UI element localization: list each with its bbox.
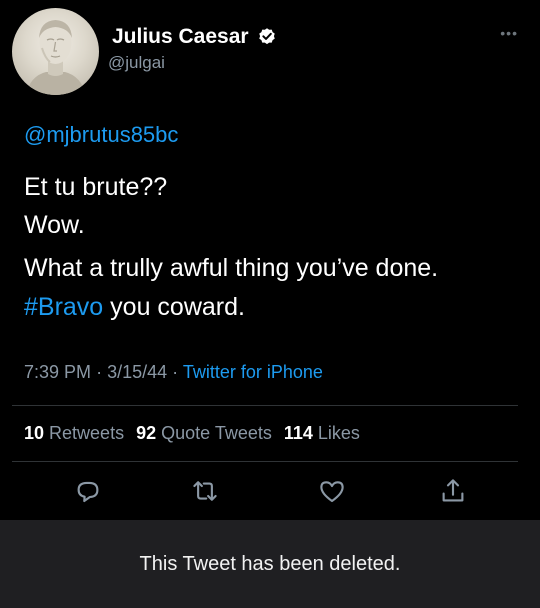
retweets-stat[interactable]: 10 Retweets [24, 423, 124, 443]
reply-icon[interactable] [73, 476, 103, 506]
avatar[interactable] [12, 8, 99, 95]
quote-tweets-stat[interactable]: 92 Quote Tweets [136, 423, 272, 443]
tweet-date[interactable]: 3/15/44 [107, 362, 167, 382]
quote-tweets-label: Quote Tweets [156, 423, 272, 443]
mention-link[interactable]: @mjbrutus85bc [24, 122, 178, 148]
user-handle[interactable]: @julgai [108, 53, 165, 73]
meta-separator: · [96, 362, 103, 382]
divider [12, 405, 518, 406]
action-bar [0, 476, 540, 512]
tweet-source-link[interactable]: Twitter for iPhone [183, 362, 323, 382]
retweet-icon[interactable] [190, 476, 220, 506]
deleted-tweet-message: This Tweet has been deleted. [139, 552, 401, 575]
display-name[interactable]: Julius Caesar [112, 25, 249, 49]
deleted-tweet-banner: This Tweet has been deleted. [0, 520, 540, 608]
retweets-count: 10 [24, 423, 45, 443]
like-icon[interactable] [317, 476, 347, 506]
tweet-time[interactable]: 7:39 PM [24, 362, 91, 382]
share-icon[interactable] [438, 476, 468, 506]
hashtag-link[interactable]: #Bravo [24, 293, 103, 321]
retweets-label: Retweets [44, 423, 125, 443]
tweet-text-line: Et tu brute?? [24, 173, 168, 201]
tweet-meta: 7:39 PM · 3/15/44 · Twitter for iPhone [24, 362, 323, 383]
tweet-text-rest: you coward. [103, 293, 245, 321]
divider [12, 461, 518, 462]
meta-separator: · [172, 362, 179, 382]
tweet-stats: 10 Retweets 92 Quote Tweets 114 Likes [24, 423, 360, 444]
tweet-card: Julius Caesar @julgai ••• @mjbrutus85bc … [0, 0, 540, 520]
tweet-text-line: What a trully awful thing you’ve done. [24, 254, 439, 282]
quote-tweets-count: 92 [136, 423, 157, 443]
bust-portrait-image [26, 20, 86, 95]
tweet-text-line: #Bravo you coward. [24, 292, 245, 322]
verified-badge-icon [257, 27, 277, 47]
more-options-icon[interactable]: ••• [500, 25, 518, 41]
tweet-text-line: Wow. [24, 211, 85, 239]
likes-stat[interactable]: 114 Likes [284, 423, 360, 443]
name-row: Julius Caesar [112, 25, 277, 49]
likes-label: Likes [312, 423, 360, 443]
likes-count: 114 [283, 423, 313, 443]
